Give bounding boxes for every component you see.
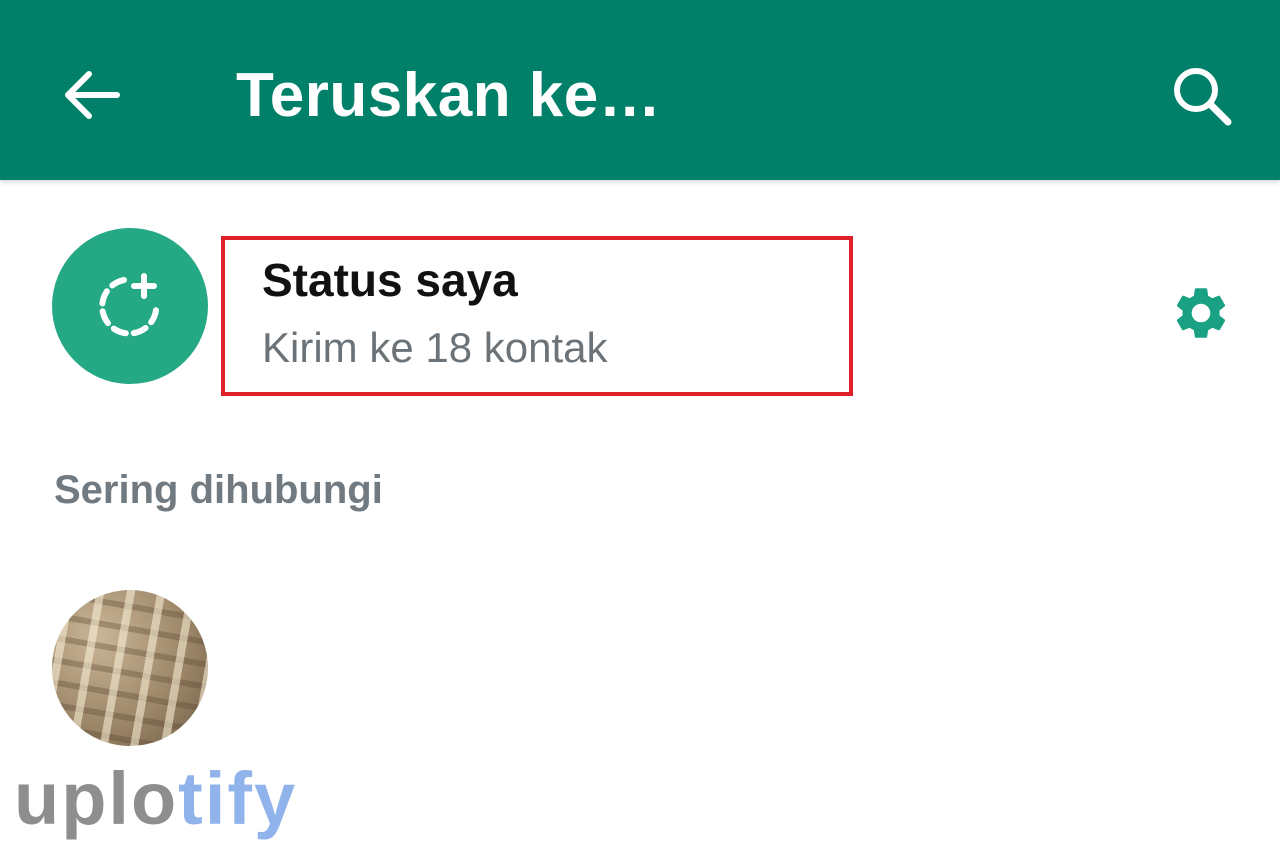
- watermark-part-1: uplo: [14, 757, 179, 840]
- gear-icon: [1176, 288, 1226, 338]
- my-status-row[interactable]: Status saya Kirim ke 18 kontak: [0, 210, 1280, 410]
- status-subtitle: Kirim ke 18 kontak: [262, 324, 608, 371]
- watermark-logo: uplotify: [14, 754, 297, 844]
- app-bar: Teruskan ke…: [0, 0, 1280, 180]
- back-button[interactable]: [56, 62, 126, 128]
- search-button[interactable]: [1164, 58, 1240, 134]
- contact-avatar[interactable]: [52, 590, 208, 746]
- status-privacy-button[interactable]: [1166, 278, 1236, 348]
- search-icon: [1174, 68, 1232, 126]
- page-title: Teruskan ke…: [236, 61, 662, 130]
- section-label-frequent: Sering dihubungi: [54, 468, 383, 512]
- status-avatar: [52, 228, 208, 384]
- status-add-icon: [99, 273, 159, 337]
- watermark-part-2: tify: [178, 757, 298, 840]
- status-name: Status saya: [262, 254, 518, 306]
- arrow-left-icon: [65, 71, 120, 119]
